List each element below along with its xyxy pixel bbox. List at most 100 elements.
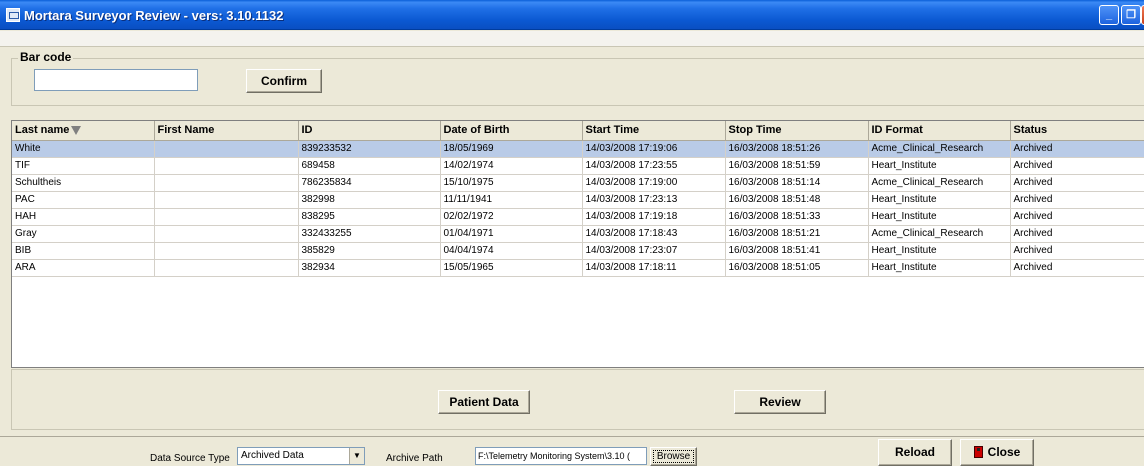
table-cell: 14/03/2008 17:23:07 (582, 242, 726, 260)
table-row[interactable]: Gray 332433255 01/04/1971 14/03/2008 17:18:… (12, 225, 1144, 243)
table-cell: Archived (1010, 140, 1144, 158)
table-cell: 689458 (298, 157, 441, 175)
table-cell: 382998 (298, 191, 441, 209)
table-cell: Acme_Clinical_Research (868, 140, 1011, 158)
table-cell: BIB (12, 242, 155, 260)
table-cell (154, 140, 299, 158)
column-header[interactable]: Start Time (582, 121, 726, 141)
column-header[interactable]: ID Format (868, 121, 1011, 141)
column-header-label: Start Time (585, 124, 640, 137)
menu-strip (0, 31, 1144, 47)
column-header-label: ID Format (871, 124, 923, 137)
column-header[interactable]: Date of Birth (440, 121, 583, 141)
patient-table[interactable]: Last name First Name ID Date of Birth Start … (11, 120, 1144, 368)
exit-door-icon (973, 446, 983, 458)
column-header-label: ID (301, 124, 313, 137)
window-title: Mortara Surveyor Review - vers: 3.10.113… (24, 8, 284, 23)
title-bar[interactable]: Mortara Surveyor Review - vers: 3.10.113… (0, 0, 1144, 30)
table-cell: Archived (1010, 157, 1144, 175)
table-cell: 15/05/1965 (440, 259, 583, 277)
table-cell: 786235834 (298, 174, 441, 192)
table-cell: Heart_Institute (868, 191, 1011, 209)
table-cell: 16/03/2008 18:51:26 (725, 140, 869, 158)
table-cell: 14/03/2008 17:19:06 (582, 140, 726, 158)
column-header[interactable]: ID (298, 121, 441, 141)
column-header-label: Status (1013, 124, 1048, 137)
table-row[interactable]: BIB 385829 04/04/1974 14/03/2008 17:23:07 16… (12, 242, 1144, 260)
table-cell: 16/03/2008 18:51:33 (725, 208, 869, 226)
data-source-type-select[interactable]: Archived Data ▼ (237, 447, 365, 465)
table-cell (154, 259, 299, 277)
column-header[interactable]: Stop Time (725, 121, 869, 141)
table-cell: 16/03/2008 18:51:14 (725, 174, 869, 192)
column-header[interactable]: Last name (12, 121, 155, 141)
table-cell: Heart_Institute (868, 208, 1011, 226)
minimize-button[interactable]: _ (1099, 5, 1119, 25)
barcode-input[interactable] (34, 69, 198, 91)
chevron-down-icon[interactable]: ▼ (349, 448, 364, 464)
table-row[interactable]: TIF 689458 14/02/1974 14/03/2008 17:23:55 16… (12, 157, 1144, 175)
column-header[interactable]: Status (1010, 121, 1144, 141)
browse-button[interactable]: Browse (650, 447, 697, 466)
table-row[interactable]: White 839233532 18/05/1969 14/03/2008 17:19… (12, 140, 1144, 158)
column-header-label: Last name (15, 124, 70, 137)
table-cell: HAH (12, 208, 155, 226)
table-cell: 14/03/2008 17:18:11 (582, 259, 726, 277)
sort-descending-icon[interactable] (71, 125, 82, 135)
table-cell: Gray (12, 225, 155, 243)
table-cell: 839233532 (298, 140, 441, 158)
table-cell: Archived (1010, 259, 1144, 277)
table-cell: 01/04/1971 (440, 225, 583, 243)
table-cell: Heart_Institute (868, 242, 1011, 260)
column-header[interactable]: First Name (154, 121, 299, 141)
table-row[interactable]: PAC 382998 11/11/1941 14/03/2008 17:23:13 16… (12, 191, 1144, 209)
table-header: Last name First Name ID Date of Birth Start … (12, 121, 1144, 141)
table-cell (154, 157, 299, 175)
table-cell: TIF (12, 157, 155, 175)
table-cell: 14/03/2008 17:19:18 (582, 208, 726, 226)
table-cell: 385829 (298, 242, 441, 260)
table-cell: 14/03/2008 17:19:00 (582, 174, 726, 192)
archive-path-label: Archive Path (386, 453, 443, 464)
table-cell (154, 242, 299, 260)
table-cell (154, 174, 299, 192)
archive-path-input[interactable]: F:\Telemetry Monitoring System\3.10 ( (475, 447, 647, 465)
table-cell: Archived (1010, 174, 1144, 192)
table-cell: 15/10/1975 (440, 174, 583, 192)
table-cell: 02/02/1972 (440, 208, 583, 226)
column-header-label: Date of Birth (443, 124, 510, 137)
table-cell: 16/03/2008 18:51:41 (725, 242, 869, 260)
confirm-button[interactable]: Confirm (246, 69, 322, 93)
restore-button[interactable]: ❐ (1121, 5, 1141, 25)
table-cell: 382934 (298, 259, 441, 277)
table-cell: Heart_Institute (868, 259, 1011, 277)
close-button-label: Close (987, 445, 1021, 459)
table-cell: 14/03/2008 17:23:55 (582, 157, 726, 175)
table-cell (154, 225, 299, 243)
action-area (11, 369, 1144, 430)
app-icon (6, 8, 20, 22)
table-cell: 16/03/2008 18:51:21 (725, 225, 869, 243)
table-cell: 16/03/2008 18:51:59 (725, 157, 869, 175)
table-cell: 16/03/2008 18:51:48 (725, 191, 869, 209)
table-cell: Archived (1010, 208, 1144, 226)
table-cell: Archived (1010, 191, 1144, 209)
table-cell: 04/04/1974 (440, 242, 583, 260)
column-header-label: Stop Time (728, 124, 782, 137)
table-row[interactable]: ARA 382934 15/05/1965 14/03/2008 17:18:11 16… (12, 259, 1144, 277)
table-cell: 14/02/1974 (440, 157, 583, 175)
table-cell: 18/05/1969 (440, 140, 583, 158)
table-cell: Acme_Clinical_Research (868, 174, 1011, 192)
table-cell: PAC (12, 191, 155, 209)
table-cell: 14/03/2008 17:18:43 (582, 225, 726, 243)
review-button[interactable]: Review (734, 390, 826, 414)
reload-button[interactable]: Reload (878, 439, 952, 466)
table-cell (154, 208, 299, 226)
table-cell: Heart_Institute (868, 157, 1011, 175)
table-cell: Archived (1010, 225, 1144, 243)
table-cell: White (12, 140, 155, 158)
close-button[interactable]: Close (960, 439, 1034, 466)
table-row[interactable]: Schultheis 786235834 15/10/1975 14/03/2008 … (12, 174, 1144, 192)
table-row[interactable]: HAH 838295 02/02/1972 14/03/2008 17:19:18 16… (12, 208, 1144, 226)
patient-data-button[interactable]: Patient Data (438, 390, 530, 414)
